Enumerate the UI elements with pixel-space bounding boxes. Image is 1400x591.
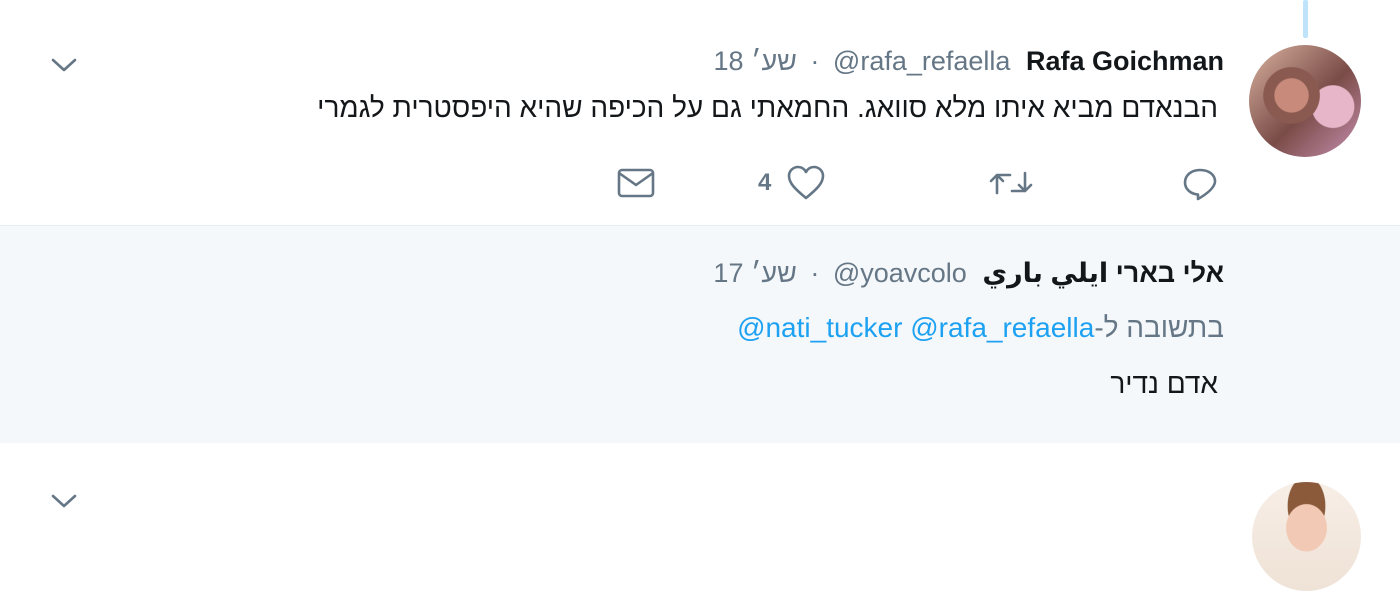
chevron-down-icon[interactable] (49, 50, 79, 80)
tweet[interactable]: 18 שע׳ · @rafa_refaella Rafa Goichman הב… (0, 0, 1400, 225)
mention-link[interactable]: @rafa_refaella (910, 312, 1094, 343)
user-display-name[interactable]: אלי בארי ايلي باري (982, 258, 1224, 288)
tweet-timestamp[interactable]: 17 שע׳ (713, 258, 796, 288)
retweet-icon (988, 163, 1034, 203)
separator-dot: · (810, 46, 820, 76)
separator-dot: · (810, 258, 820, 288)
thread-connector-line (1303, 0, 1308, 38)
replying-to-line: בתשובה ל- @nati_tucker @rafa_refaella (737, 312, 1224, 344)
tweet-timestamp[interactable]: 18 שע׳ (714, 46, 797, 76)
direct-message-icon (616, 163, 656, 203)
tweet-header: 18 שע׳ · @rafa_refaella Rafa Goichman (714, 46, 1224, 77)
tweet-text: הבנאדם מביא איתו מלא סוואג. החמאתי גם על… (317, 92, 1218, 123)
mention-link[interactable]: @nati_tucker (737, 312, 902, 343)
heart-icon (785, 163, 827, 203)
avatar[interactable] (1249, 45, 1361, 157)
tweet-text: אדם נדיר (1110, 368, 1218, 399)
tweet-header: 17 שע׳ · @yoavcolo אלי בארי ايلي باري (713, 258, 1224, 289)
replying-to-label: בתשובה ל- (1094, 312, 1224, 343)
avatar[interactable] (1252, 482, 1361, 591)
like-count: 4 (758, 169, 772, 196)
chevron-down-icon[interactable] (49, 486, 79, 516)
user-display-name[interactable]: Rafa Goichman (1026, 46, 1224, 76)
retweet-button[interactable] (988, 163, 1034, 203)
user-handle[interactable]: @rafa_refaella (833, 46, 1011, 76)
reply-icon (1180, 163, 1220, 203)
direct-message-button[interactable] (616, 163, 656, 203)
reply-button[interactable] (1180, 163, 1220, 203)
like-button[interactable]: 4 (758, 163, 827, 203)
user-handle[interactable]: @yoavcolo (833, 258, 967, 288)
